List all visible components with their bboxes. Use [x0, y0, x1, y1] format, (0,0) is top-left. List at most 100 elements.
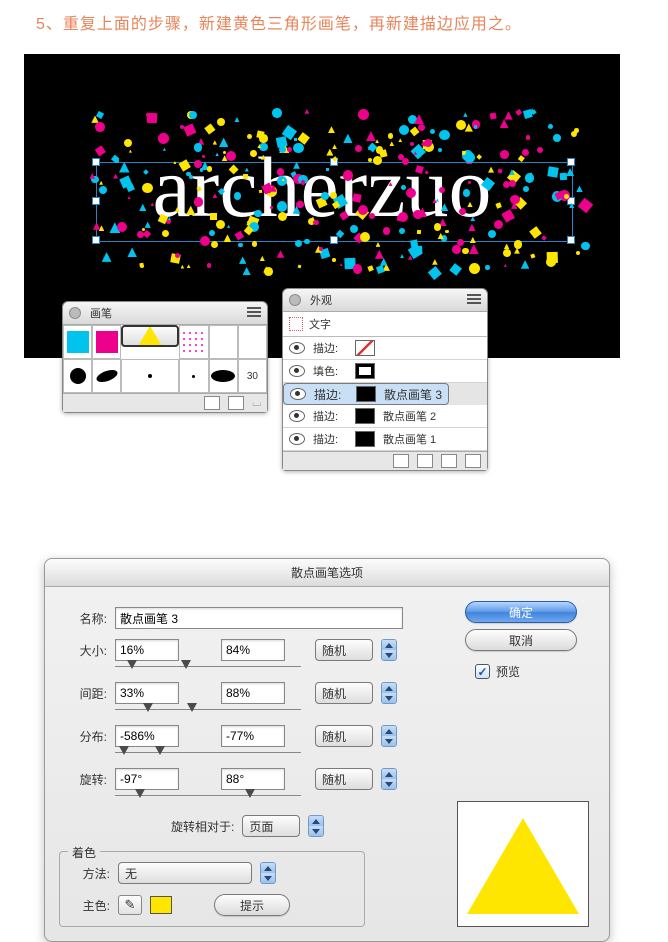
- param-slider[interactable]: [115, 705, 301, 715]
- param-min-field[interactable]: [115, 639, 179, 661]
- handle-tm[interactable]: [330, 158, 338, 166]
- appearance-title-text: 外观: [310, 292, 332, 308]
- rotate-relative-stepper[interactable]: [308, 815, 324, 837]
- appearance-title[interactable]: 外观: [283, 289, 487, 312]
- appearance-row[interactable]: 描边:: [283, 337, 487, 360]
- cancel-button[interactable]: 取消: [465, 629, 577, 651]
- key-color-swatch[interactable]: [150, 896, 172, 914]
- color-swatch[interactable]: [355, 431, 375, 447]
- handle-lm[interactable]: [92, 197, 100, 205]
- appearance-panel[interactable]: 外观 文字 描边: 填色: 描边: 散点画笔 3 描边: 散点画笔 2 描边: …: [282, 288, 488, 471]
- eyedropper-icon[interactable]: ✎: [118, 895, 142, 915]
- brush-yellow-triangle[interactable]: [121, 325, 179, 347]
- brush-empty-2[interactable]: [238, 325, 267, 359]
- brush-multi[interactable]: [179, 325, 208, 359]
- param-slider[interactable]: [115, 748, 301, 758]
- tint-fieldset: 着色 方法: 无 主色: ✎ 提示: [59, 851, 365, 927]
- scatter-brush-dialog: 散点画笔选项 确定 取消 ✓ 预览 名称: 大小: 随机 间距:: [44, 558, 610, 942]
- brush-small[interactable]: [179, 359, 208, 393]
- visibility-icon[interactable]: [290, 388, 306, 400]
- appearance-row[interactable]: 描边: 散点画笔 3: [283, 383, 449, 405]
- visibility-icon[interactable]: [289, 410, 305, 422]
- new-stroke-icon[interactable]: [417, 454, 433, 468]
- text-target-icon: [289, 317, 303, 331]
- brushes-panel[interactable]: 画笔 30 ⌴: [62, 301, 268, 413]
- appearance-row[interactable]: 填色:: [283, 360, 487, 383]
- handle-bm[interactable]: [330, 236, 338, 244]
- param-min-field[interactable]: [115, 768, 179, 790]
- rotate-relative-label: 旋转相对于:: [171, 818, 234, 835]
- row-text: 散点画笔 3: [384, 386, 442, 403]
- brush-cyan[interactable]: [63, 325, 92, 359]
- dialog-title: 散点画笔选项: [45, 559, 609, 587]
- color-swatch[interactable]: [355, 340, 375, 356]
- visibility-icon[interactable]: [289, 433, 305, 445]
- brush-30[interactable]: 30: [238, 359, 267, 393]
- color-swatch[interactable]: [355, 363, 375, 379]
- rotate-relative-select[interactable]: 页面: [242, 815, 300, 837]
- param-min-field[interactable]: [115, 725, 179, 747]
- name-label: 名称:: [59, 610, 107, 627]
- row-label: 描边:: [314, 386, 348, 403]
- preview-checkbox[interactable]: ✓: [475, 664, 490, 679]
- brush-magenta[interactable]: [92, 325, 121, 359]
- param-max-field[interactable]: [221, 682, 285, 704]
- handle-br[interactable]: [567, 236, 575, 244]
- tint-key-label: 主色:: [70, 897, 110, 914]
- brush-circle[interactable]: [63, 359, 92, 393]
- param-mode-select[interactable]: 随机: [315, 639, 373, 661]
- brush-empty-1[interactable]: [209, 325, 238, 359]
- handle-rm[interactable]: [567, 197, 575, 205]
- color-swatch[interactable]: [356, 386, 376, 402]
- triangle-preview-icon: [467, 818, 579, 914]
- new-brush-icon[interactable]: [204, 396, 220, 410]
- trash-icon[interactable]: [465, 454, 481, 468]
- visibility-icon[interactable]: [289, 342, 305, 354]
- panel-menu-icon[interactable]: [467, 294, 481, 306]
- param-stepper[interactable]: [381, 725, 397, 747]
- row-label: 填色:: [313, 363, 347, 379]
- hint-button[interactable]: 提示: [214, 894, 290, 916]
- brush-preview: [457, 801, 589, 927]
- name-field[interactable]: [115, 607, 403, 629]
- param-slider[interactable]: [115, 662, 301, 672]
- param-mode-select[interactable]: 随机: [315, 682, 373, 704]
- brush-oval[interactable]: [92, 359, 121, 393]
- row-label: 描边:: [313, 340, 347, 356]
- param-max-field[interactable]: [221, 725, 285, 747]
- param-max-field[interactable]: [221, 768, 285, 790]
- appearance-row[interactable]: 描边: 散点画笔 2: [283, 405, 487, 428]
- handle-tr[interactable]: [567, 158, 575, 166]
- brushes-panel-title[interactable]: 画笔: [63, 302, 267, 325]
- param-stepper[interactable]: [381, 682, 397, 704]
- appearance-row[interactable]: 描边: 散点画笔 1: [283, 428, 487, 451]
- brush-oval-lg[interactable]: [209, 359, 238, 393]
- new-fill-icon[interactable]: [393, 454, 409, 468]
- ok-button[interactable]: 确定: [465, 601, 577, 623]
- param-mode-select[interactable]: 随机: [315, 725, 373, 747]
- handle-bl[interactable]: [92, 236, 100, 244]
- step-instruction: 5、重复上面的步骤，新建黄色三角形画笔，再新建描边应用之。: [0, 0, 668, 40]
- param-label: 间距:: [59, 685, 107, 702]
- preview-label: 预览: [496, 663, 520, 680]
- row-text: 散点画笔 2: [383, 408, 436, 424]
- param-min-field[interactable]: [115, 682, 179, 704]
- resize-grip-icon[interactable]: ⌴: [252, 397, 261, 410]
- delete-brush-icon[interactable]: [228, 396, 244, 410]
- panel-menu-icon[interactable]: [247, 307, 261, 319]
- tint-method-select[interactable]: 无: [118, 862, 252, 884]
- param-slider[interactable]: [115, 791, 301, 801]
- fx-icon[interactable]: [441, 454, 457, 468]
- tint-method-stepper[interactable]: [260, 862, 276, 884]
- param-stepper[interactable]: [381, 639, 397, 661]
- param-max-field[interactable]: [221, 639, 285, 661]
- param-stepper[interactable]: [381, 768, 397, 790]
- row-label: 描边:: [313, 431, 347, 447]
- param-mode-select[interactable]: 随机: [315, 768, 373, 790]
- brush-dot[interactable]: [121, 359, 179, 393]
- handle-tl[interactable]: [92, 158, 100, 166]
- color-swatch[interactable]: [355, 408, 375, 424]
- param-label: 旋转:: [59, 771, 107, 788]
- canvas-text: archerzuo: [24, 137, 620, 237]
- visibility-icon[interactable]: [289, 365, 305, 377]
